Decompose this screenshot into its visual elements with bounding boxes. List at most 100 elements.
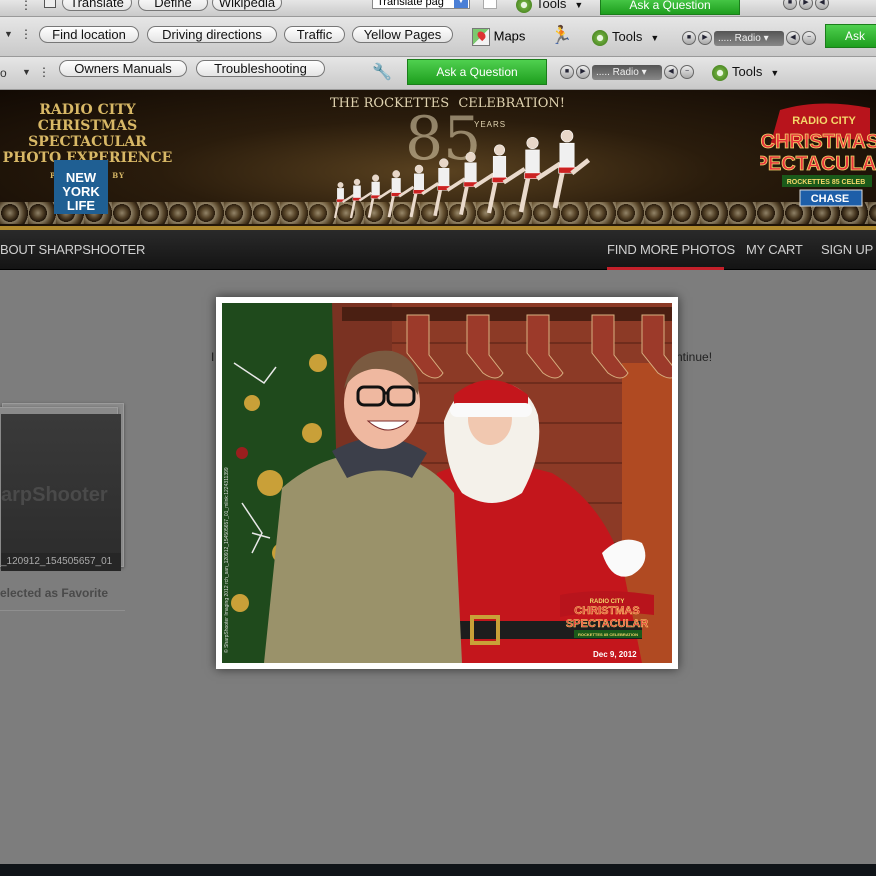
photo-thumbnail[interactable]: arpShooter _120912_154505657_01	[0, 403, 124, 571]
right-logo-line-1: RADIO CITY	[792, 115, 856, 127]
chevron-down-icon: ▼	[454, 0, 468, 8]
stop-icon[interactable]: ■	[783, 0, 797, 10]
radio-controls-1[interactable]: ■ ▶ ◀	[783, 0, 829, 12]
radio-select[interactable]: ..... Radio ▾	[714, 30, 784, 46]
radio-label: Radio	[734, 32, 761, 44]
traffic-button[interactable]: Traffic	[284, 26, 345, 43]
radio-controls-3[interactable]: ■ ▶ ..... Radio ▾ ◀ −	[560, 63, 694, 81]
separator-icon: ⋮	[20, 0, 32, 12]
photo-copyright-text: © SharpShooter Imaging 2012 rch_san_1209…	[224, 467, 230, 653]
wrench-icon[interactable]: 🔧	[372, 62, 392, 82]
new-york-life-logo: NEW YORK LIFE	[54, 160, 108, 214]
translate-page-select-value: Translate pag	[377, 0, 444, 8]
checkbox-icon[interactable]	[483, 0, 497, 9]
thumbnail-watermark: arpShooter	[1, 484, 108, 506]
stop-icon[interactable]: ■	[682, 31, 696, 45]
tools-label: Tools	[732, 64, 763, 79]
nav-sign-up[interactable]: SIGN UP	[821, 242, 873, 257]
maps-icon	[472, 28, 490, 46]
volume-up-icon[interactable]: −	[680, 65, 694, 79]
background-message-end: ntinue!	[676, 350, 713, 364]
page-icon	[44, 0, 56, 8]
years-label: YEARS	[474, 120, 507, 129]
toolbar-row-3: o ▼ ⋮ Owners Manuals Troubleshooting 🔧 A…	[0, 57, 876, 90]
separator-icon: ⋮	[20, 27, 32, 41]
ask-button-2[interactable]: Ask	[825, 24, 876, 48]
nav-my-cart[interactable]: MY CART	[746, 242, 803, 257]
driving-directions-button[interactable]: Driving directions	[147, 26, 277, 43]
sponsor-line-1: NEW	[65, 170, 97, 185]
divider	[0, 610, 125, 611]
photo-date: Dec 9, 2012	[593, 650, 637, 659]
page-footer-strip	[0, 864, 876, 876]
right-logo-line-5: CHASE	[811, 193, 850, 205]
photo-copyright: © SharpShooter Imaging 2012 rch_san_1209…	[224, 423, 232, 653]
title-line-2: CHRISTMAS SPECTACULAR	[28, 118, 147, 150]
radio-controls-2[interactable]: ■ ▶ ..... Radio ▾ ◀ −	[682, 29, 816, 47]
tools-menu-3[interactable]: Tools ▼	[712, 64, 779, 81]
radio-label: Radio	[612, 66, 639, 78]
photo-illustration: RADIO CITY CHRISTMAS SPECTACULAR ROCKETT…	[222, 303, 672, 663]
maps-label: Maps	[493, 28, 526, 44]
volume-down-icon[interactable]: ◀	[664, 65, 678, 79]
nav-about[interactable]: BOUT SHARPSHOOTER	[0, 242, 145, 257]
stop-icon[interactable]: ■	[560, 65, 574, 79]
tools-label: Tools	[612, 29, 643, 44]
sponsor-line-2: YORK	[62, 184, 100, 199]
troubleshooting-button[interactable]: Troubleshooting	[196, 60, 325, 77]
toolbar-row-2: ▼ ⋮ Find location Driving directions Tra…	[0, 17, 876, 57]
sponsor-line-3: LIFE	[66, 198, 96, 213]
santa-photo: RADIO CITY CHRISTMAS SPECTACULAR ROCKETT…	[222, 303, 672, 663]
tools-label: Tools	[536, 0, 567, 11]
runner-icon[interactable]: 🏃	[550, 25, 572, 46]
tools-menu-1[interactable]: Tools ▼	[516, 0, 583, 13]
photo-logo-line-4: ROCKETTES 85 CELEBRATION	[578, 632, 638, 637]
christmas-spectacular-logo: RADIO CITY CHRISTMAS SPECTACULAR ROCKETT…	[760, 103, 876, 207]
wikipedia-button[interactable]: Wikipedia	[212, 0, 282, 11]
find-location-button[interactable]: Find location	[39, 26, 139, 43]
volume-icon[interactable]: ◀	[815, 0, 829, 10]
thumbnail-filename: _120912_154505657_01	[1, 553, 121, 571]
nav-find-more-photos[interactable]: FIND MORE PHOTOS	[607, 242, 735, 257]
favorite-status: elected as Favorite	[0, 586, 109, 600]
caret-down-icon: ▼	[650, 33, 660, 43]
volume-down-icon[interactable]: ◀	[786, 31, 800, 45]
volume-up-icon[interactable]: −	[802, 31, 816, 45]
background-message-start: I	[211, 350, 215, 364]
toolbar-row-1: ⋮ Translate Define Wikipedia Translate p…	[0, 0, 876, 17]
site-banner: RADIO CITY CHRISTMAS SPECTACULAR PHOTO E…	[0, 90, 876, 230]
caret-down-icon: ▼	[574, 0, 584, 10]
translate-page-select[interactable]: Translate pag ▼	[372, 0, 470, 9]
caret-down-icon: ▼	[770, 68, 780, 78]
gear-icon	[592, 29, 608, 46]
play-icon[interactable]: ▶	[698, 31, 712, 45]
title-line-1: RADIO CITY	[39, 102, 136, 118]
play-icon[interactable]: ▶	[799, 0, 813, 10]
separator-icon: ⋮	[38, 65, 50, 79]
yellow-pages-button[interactable]: Yellow Pages	[352, 26, 453, 43]
thumbnail-card-front: arpShooter _120912_154505657_01	[0, 407, 121, 571]
radio-select[interactable]: ..... Radio ▾	[592, 64, 662, 80]
rockettes-dancers-image	[333, 130, 591, 219]
photo-lightbox[interactable]: RADIO CITY CHRISTMAS SPECTACULAR ROCKETT…	[216, 297, 678, 669]
play-icon[interactable]: ▶	[576, 65, 590, 79]
thumbnail-image: arpShooter _120912_154505657_01	[1, 414, 121, 571]
define-button[interactable]: Define	[138, 0, 208, 11]
tools-menu-2[interactable]: Tools ▼	[592, 29, 659, 46]
right-logo-line-3: SPECTACULAR	[760, 153, 876, 175]
toolbar-fragment: o	[0, 66, 7, 80]
gear-icon	[712, 64, 728, 81]
right-logo-line-4: ROCKETTES 85 CELEB	[787, 179, 866, 186]
gear-icon	[516, 0, 532, 13]
right-logo-line-2: CHRISTMAS	[761, 131, 876, 153]
caret-down-icon[interactable]: ▼	[4, 29, 13, 39]
translate-button[interactable]: Translate	[62, 0, 132, 11]
owners-manuals-button[interactable]: Owners Manuals	[59, 60, 187, 77]
caret-down-icon[interactable]: ▼	[22, 67, 31, 77]
ask-question-button-1[interactable]: Ask a Question	[600, 0, 740, 15]
photo-logo-line-3: SPECTACULAR	[566, 618, 648, 630]
photo-logo-line-2: CHRISTMAS	[574, 605, 639, 617]
ask-question-button-3[interactable]: Ask a Question	[407, 59, 547, 85]
main-nav: BOUT SHARPSHOOTER FIND MORE PHOTOS MY CA…	[0, 230, 876, 270]
maps-button[interactable]: Maps	[472, 28, 525, 46]
